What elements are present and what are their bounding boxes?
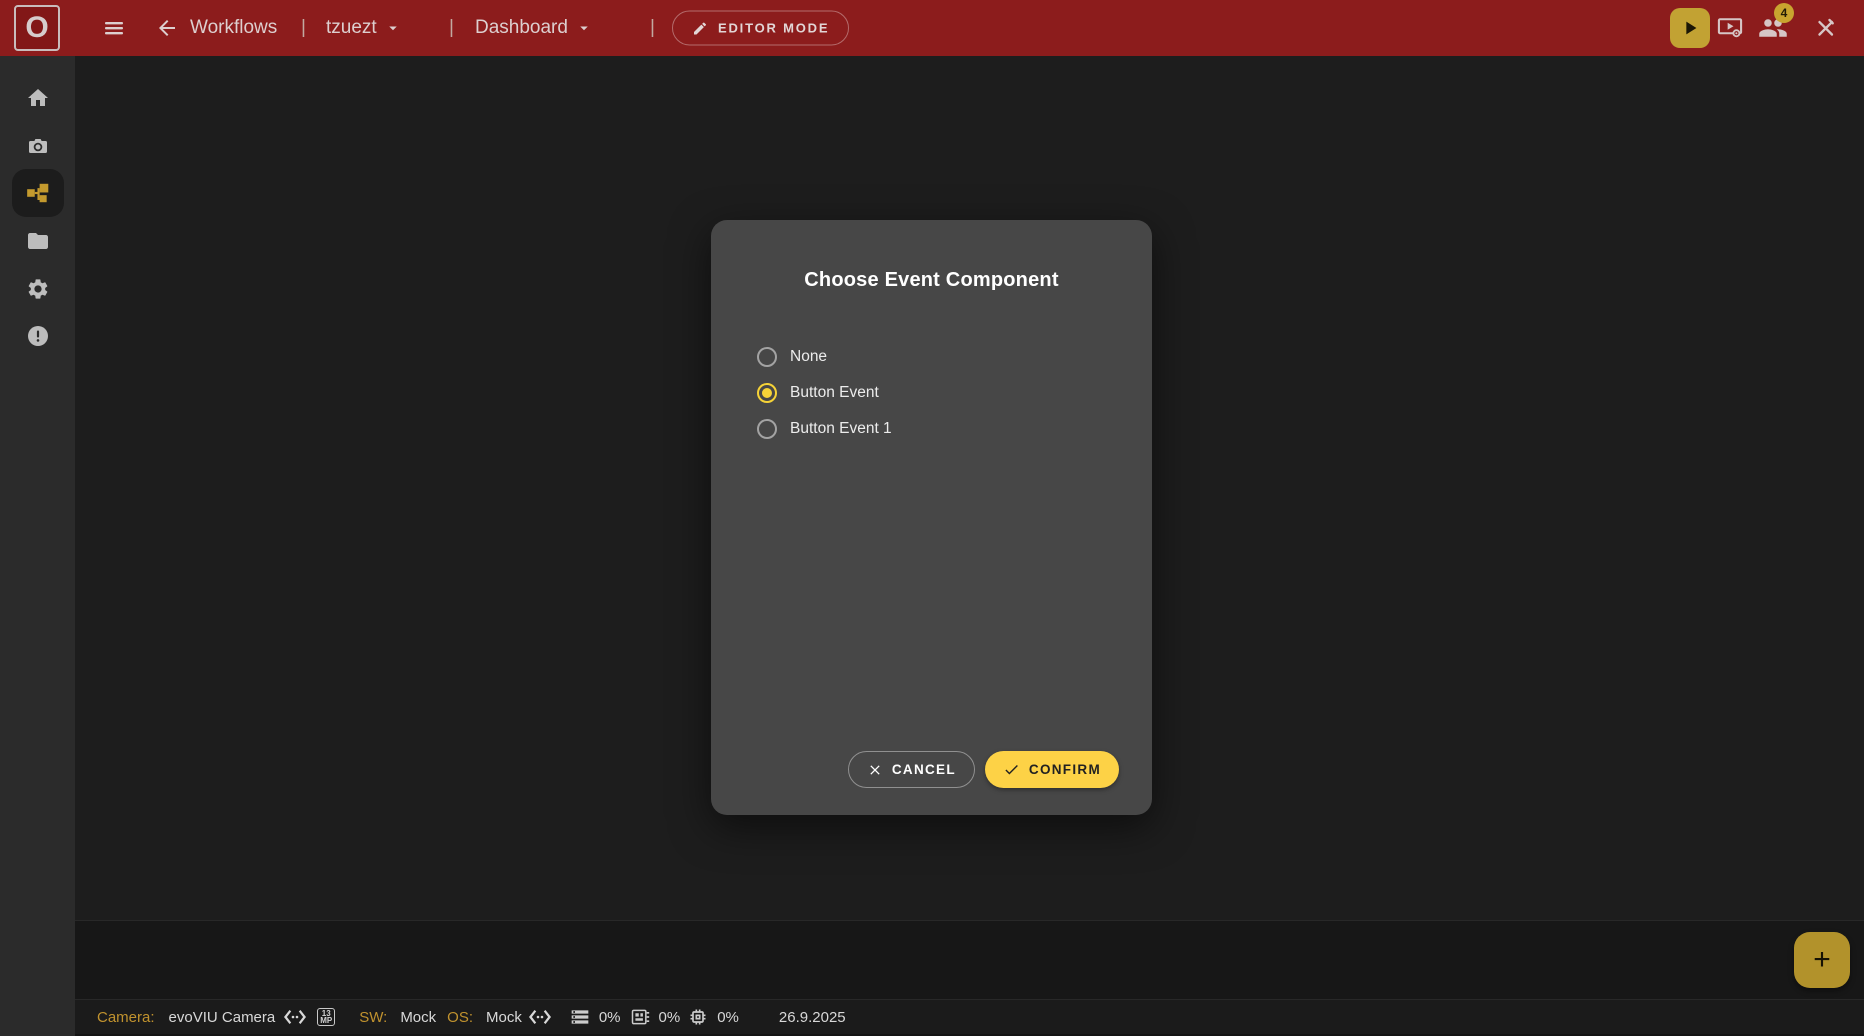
home-icon: [26, 86, 50, 110]
alert-icon: [26, 324, 50, 348]
os-label: OS:: [447, 1009, 473, 1026]
play-icon: [1679, 17, 1701, 39]
sidebar-item-camera[interactable]: [12, 122, 64, 170]
workflows-breadcrumb[interactable]: Workflows: [190, 17, 277, 39]
megapixel-unit: MP: [320, 1016, 332, 1025]
status-date: 26.9.2025: [779, 1009, 846, 1026]
confirm-button[interactable]: CONFIRM: [985, 751, 1119, 788]
sw-label: SW:: [359, 1009, 387, 1026]
sw-value: Mock: [400, 1009, 436, 1026]
edit-off-icon: [1813, 15, 1839, 41]
edit-off-button[interactable]: [1813, 15, 1839, 41]
connection-icon: [283, 1009, 307, 1025]
breadcrumb-separator: |: [301, 17, 306, 39]
radio-label: Button Event 1: [790, 420, 892, 438]
workflows-label: Workflows: [190, 17, 277, 39]
run-workflow-button[interactable]: [1670, 8, 1710, 48]
app-logo-letter: O: [25, 11, 48, 45]
bottom-toolbar-strip: +: [75, 921, 1864, 1000]
radio-option-none[interactable]: None: [757, 339, 1152, 375]
sidebar-nav: [0, 56, 75, 1036]
add-button[interactable]: +: [1794, 932, 1850, 988]
editor-mode-button[interactable]: EDITOR MODE: [672, 11, 849, 46]
cpu-percent: 0%: [717, 1009, 739, 1026]
radio-option-button-event-1[interactable]: Button Event 1: [757, 411, 1152, 447]
os-value: Mock: [486, 1009, 522, 1026]
dialog-actions: CANCEL CONFIRM: [848, 751, 1119, 788]
event-component-options: None Button Event Button Event 1: [711, 339, 1152, 447]
dialog-title: Choose Event Component: [711, 269, 1152, 292]
view-selector[interactable]: Dashboard: [475, 17, 593, 39]
arrow-left-icon: [155, 16, 179, 40]
sidebar-item-files[interactable]: [12, 217, 64, 265]
ram-percent: 0%: [599, 1009, 621, 1026]
display-settings-button[interactable]: [1716, 14, 1744, 42]
storage-percent: 0%: [659, 1009, 681, 1026]
back-button[interactable]: [155, 16, 179, 40]
cpu-icon: [688, 1007, 708, 1027]
radio-icon[interactable]: [757, 419, 777, 439]
check-icon: [1003, 761, 1020, 778]
sidebar-item-settings[interactable]: [12, 265, 64, 313]
camera-label: Camera:: [97, 1009, 155, 1026]
sidebar-item-workflows[interactable]: [12, 169, 64, 217]
confirm-label: CONFIRM: [1029, 762, 1101, 777]
status-bar: Camera: evoVIU Camera 13 MP SW: Mock OS:…: [75, 1000, 1864, 1034]
camera-icon: [26, 134, 50, 158]
sidebar-item-alerts[interactable]: [12, 312, 64, 360]
megapixel-badge: 13 MP: [317, 1008, 335, 1026]
sidebar-item-home[interactable]: [12, 74, 64, 122]
breadcrumb-separator: |: [650, 17, 655, 39]
view-name: Dashboard: [475, 17, 568, 39]
radio-option-button-event[interactable]: Button Event: [757, 375, 1152, 411]
pencil-icon: [692, 20, 708, 36]
ram-icon: [570, 1007, 590, 1027]
connection-icon: [528, 1009, 552, 1025]
app-window: O Workflows | tzuezt | Dashboard | EDITO…: [0, 0, 1864, 1036]
storage-icon: [630, 1007, 650, 1027]
folder-icon: [26, 229, 50, 253]
radio-label: None: [790, 348, 827, 366]
chevron-down-icon: [575, 19, 593, 37]
cancel-button[interactable]: CANCEL: [848, 751, 975, 788]
choose-event-component-dialog: Choose Event Component None Button Event…: [711, 220, 1152, 815]
settings-gear-icon: [26, 277, 50, 301]
close-icon: [867, 762, 883, 778]
hamburger-icon: [102, 16, 126, 40]
workflow-name: tzuezt: [326, 17, 377, 39]
camera-value: evoVIU Camera: [169, 1009, 276, 1026]
menu-button[interactable]: [102, 16, 126, 40]
editor-mode-label: EDITOR MODE: [718, 21, 829, 36]
workflow-icon: [25, 180, 51, 206]
plus-icon: +: [1813, 943, 1831, 977]
notification-badge: 4: [1774, 3, 1794, 23]
radio-icon[interactable]: [757, 347, 777, 367]
top-app-bar: O Workflows | tzuezt | Dashboard | EDITO…: [0, 0, 1864, 56]
radio-label: Button Event: [790, 384, 879, 402]
radio-icon[interactable]: [757, 383, 777, 403]
chevron-down-icon: [384, 19, 402, 37]
users-button[interactable]: 4: [1758, 13, 1788, 43]
cancel-label: CANCEL: [892, 762, 956, 777]
breadcrumb-separator: |: [449, 17, 454, 39]
app-logo: O: [14, 5, 60, 51]
workflow-selector[interactable]: tzuezt: [326, 17, 402, 39]
display-settings-icon: [1716, 14, 1744, 42]
